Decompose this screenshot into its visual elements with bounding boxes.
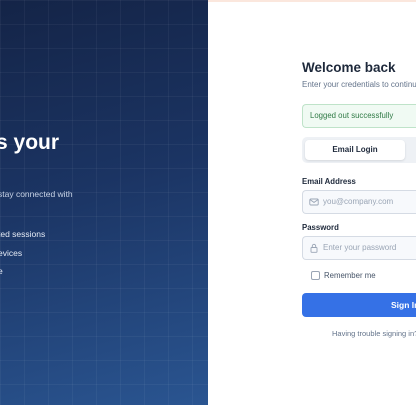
hero-feature-3: e bbox=[0, 266, 3, 276]
password-field[interactable]: Enter your password bbox=[302, 236, 416, 260]
form-subtitle: Enter your credentials to continue bbox=[302, 80, 416, 89]
tab-email-login[interactable]: Email Login bbox=[305, 140, 405, 160]
trouble-text: Having trouble signing in? C bbox=[332, 329, 416, 338]
email-field[interactable]: you@company.com bbox=[302, 190, 416, 214]
success-alert: Logged out successfully bbox=[302, 104, 416, 128]
hero-grid-pattern bbox=[0, 0, 208, 405]
remember-me-checkbox[interactable] bbox=[311, 270, 320, 280]
password-label: Password bbox=[302, 223, 339, 232]
hero-title: s your bbox=[0, 131, 60, 154]
hero-feature-1: ted sessions bbox=[0, 229, 46, 239]
login-form: Welcome back Enter your credentials to c… bbox=[302, 0, 416, 405]
sign-in-button[interactable]: Sign In bbox=[302, 293, 416, 317]
remember-me-label: Remember me bbox=[324, 270, 376, 280]
login-method-tabs: Email Login bbox=[302, 137, 416, 163]
email-label: Email Address bbox=[302, 177, 356, 186]
trouble-text-label: Having trouble signing in? bbox=[332, 329, 416, 338]
remember-me: Remember me bbox=[302, 269, 376, 281]
hero-subtitle: stay connected with bbox=[0, 189, 73, 199]
hero-panel: s your stay connected with ted sessions … bbox=[0, 0, 208, 405]
password-placeholder: Enter your password bbox=[323, 243, 397, 252]
login-page: s your stay connected with ted sessions … bbox=[0, 0, 416, 405]
hero-feature-2: evices bbox=[0, 248, 23, 258]
form-title: Welcome back bbox=[302, 60, 396, 75]
mail-icon bbox=[309, 198, 319, 206]
email-placeholder: you@company.com bbox=[323, 197, 394, 206]
lock-icon bbox=[310, 243, 318, 253]
